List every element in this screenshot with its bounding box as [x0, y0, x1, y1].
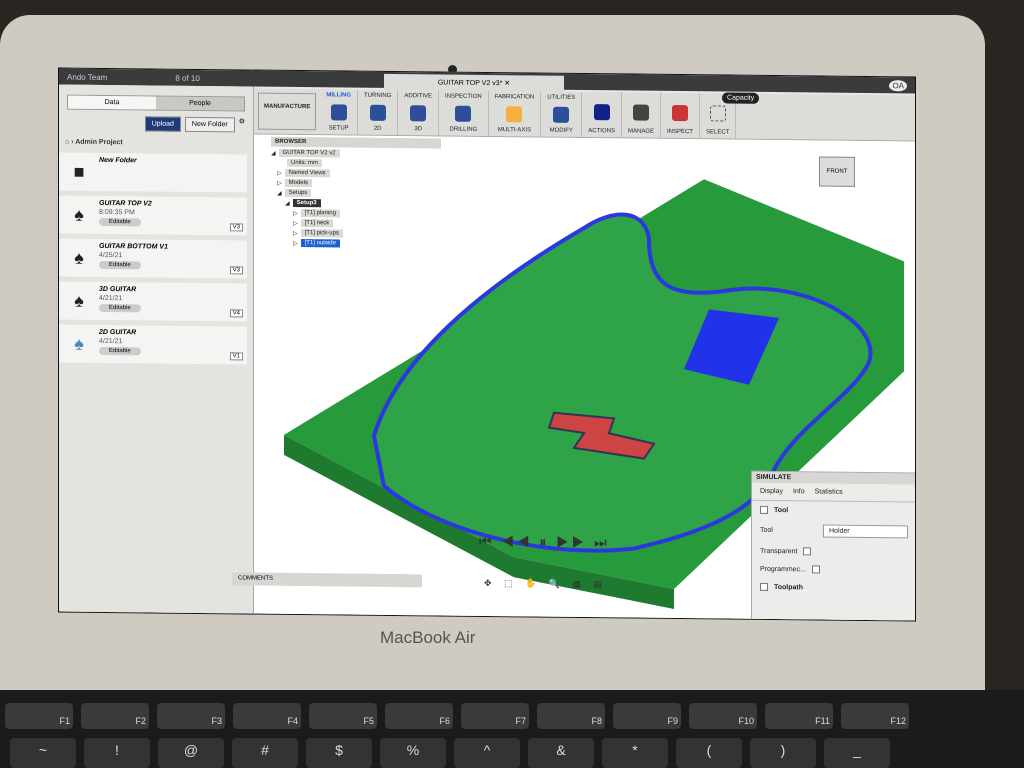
view-cube[interactable]: FRONT: [819, 156, 855, 187]
browser-panel: BROWSER ◢ GUITAR TOP V2 v2 Units: mm ▷ N…: [271, 136, 441, 284]
data-panel: Data People Upload New Folder ⚙ ⌂ › Admin P…: [59, 84, 254, 616]
tree-op[interactable]: ▷ [T1] neck: [271, 219, 441, 229]
browser-header[interactable]: BROWSER: [271, 136, 441, 149]
toolpath-checkbox[interactable]: [760, 582, 768, 591]
tab-info[interactable]: Info: [793, 488, 805, 495]
home-icon[interactable]: ⌂ ›: [65, 139, 75, 146]
key[interactable]: ~: [10, 738, 76, 768]
page-count: 8 of 10: [175, 73, 200, 83]
key-f5[interactable]: F5: [309, 703, 377, 729]
key[interactable]: &: [528, 738, 594, 768]
guitar-thumbnail: ♠: [74, 204, 84, 225]
simulate-panel: SIMULATE Display Info Statistics Tool To…: [751, 470, 916, 622]
key[interactable]: $: [306, 738, 372, 768]
group-multi-axis[interactable]: FABRICATION MULTI-AXIS: [488, 91, 542, 137]
tab-display[interactable]: Display: [760, 488, 783, 495]
key-f3[interactable]: F3: [157, 703, 225, 729]
document-tab[interactable]: GUITAR TOP V2 v3* ✕: [384, 73, 564, 92]
key-f10[interactable]: F10: [689, 703, 757, 729]
programmed-checkbox[interactable]: [811, 565, 820, 574]
tree-op-selected[interactable]: ▷ [T1] outside: [271, 239, 441, 249]
tree-op[interactable]: ▷ [T1] planing: [271, 209, 441, 219]
key-f8[interactable]: F8: [537, 703, 605, 729]
version-dropdown[interactable]: V1: [229, 352, 243, 361]
tree-root[interactable]: ◢ GUITAR TOP V2 v2: [271, 148, 441, 159]
number-keys: ~! @ # $% ^ & * () _: [0, 738, 890, 768]
key[interactable]: ^: [454, 738, 520, 768]
status-dropdown[interactable]: Editable: [99, 260, 141, 270]
gear-icon[interactable]: ⚙: [239, 117, 245, 132]
version-dropdown[interactable]: V4: [229, 309, 243, 318]
group-actions[interactable]: ACTIONS: [582, 91, 622, 138]
folder-item[interactable]: ■ New Folder: [59, 152, 247, 193]
group-drilling[interactable]: INSPECTION DRILLING: [439, 90, 489, 137]
key-f2[interactable]: F2: [81, 703, 149, 729]
status-dropdown[interactable]: Editable: [99, 346, 141, 356]
transparent-checkbox[interactable]: [803, 547, 812, 556]
list-item[interactable]: ♠ 3D GUITAR 4/21/21 Editable V4: [59, 281, 247, 322]
guitar-thumbnail: ♠: [74, 333, 84, 354]
key-f11[interactable]: F11: [765, 703, 833, 729]
tree-setup3[interactable]: ◢ Setup3: [271, 198, 441, 209]
key-f6[interactable]: F6: [385, 703, 453, 729]
version-dropdown[interactable]: V3: [229, 266, 243, 275]
tool-dropdown[interactable]: Holder: [823, 524, 908, 539]
screen: Ando Team 8 of 10 OA Data People Upload Ne…: [58, 67, 916, 622]
key[interactable]: *: [602, 738, 668, 768]
group-manage[interactable]: MANAGE: [621, 92, 661, 138]
comments-panel[interactable]: COMMENTS: [232, 572, 422, 588]
group-2d[interactable]: TURNING 2D: [358, 89, 399, 136]
key[interactable]: (: [676, 738, 742, 768]
guitar-thumbnail: ♠: [74, 290, 84, 311]
breadcrumb[interactable]: ⌂ › Admin Project: [59, 131, 253, 152]
toolbar-ribbon: MANUFACTURE MILLING SETUP TURNING 2D ADDIT…: [254, 88, 916, 142]
group-modify[interactable]: UTILITIES MODIFY: [541, 91, 583, 137]
group-setup[interactable]: MILLING SETUP: [320, 89, 359, 135]
team-name[interactable]: Ando Team: [67, 72, 107, 81]
navigation-bar[interactable]: ✥ ⬚ ✋ 🔍 ▦ ▤: [484, 578, 607, 590]
tab-data[interactable]: Data: [68, 95, 156, 110]
status-dropdown[interactable]: Editable: [99, 303, 141, 313]
status-dropdown[interactable]: Editable: [99, 217, 141, 227]
key-f9[interactable]: F9: [613, 703, 681, 729]
key-f12[interactable]: F12: [841, 703, 909, 729]
workspace-dropdown[interactable]: MANUFACTURE: [258, 92, 317, 131]
key[interactable]: #: [232, 738, 298, 768]
simulation-player-controls[interactable]: ⏮ ◀◀ ⏸ ▶▶ ⏭: [479, 533, 610, 551]
function-keys: F1 F2 F3 F4 F5 F6 F7 F8 F9 F10 F11 F12: [0, 703, 909, 729]
list-item[interactable]: ♠ 2D GUITAR 4/21/21 Editable V1: [59, 324, 247, 365]
key[interactable]: !: [84, 738, 150, 768]
key[interactable]: ): [750, 738, 816, 768]
key[interactable]: _: [824, 738, 890, 768]
tab-people[interactable]: People: [156, 96, 244, 111]
tool-checkbox[interactable]: [760, 505, 768, 514]
tooltip: Capacity: [722, 92, 760, 104]
laptop-brand: MacBook Air: [380, 628, 476, 647]
new-folder-button[interactable]: New Folder: [184, 116, 235, 133]
tab-statistics[interactable]: Statistics: [815, 488, 843, 495]
key-f7[interactable]: F7: [461, 703, 529, 729]
upload-button[interactable]: Upload: [144, 116, 181, 132]
key-f1[interactable]: F1: [5, 703, 73, 729]
tree-op[interactable]: ▷ [T1] pick-ups: [271, 229, 441, 239]
version-dropdown[interactable]: V3: [229, 223, 243, 232]
tree-setups[interactable]: ◢ Setups: [271, 188, 441, 199]
key[interactable]: %: [380, 738, 446, 768]
folder-icon: ■: [73, 161, 85, 182]
guitar-thumbnail: ♠: [74, 247, 84, 268]
key-f4[interactable]: F4: [233, 703, 301, 729]
group-3d[interactable]: ADDITIVE 3D: [398, 90, 440, 136]
tree-units[interactable]: Units: mm: [271, 158, 441, 169]
tree-models[interactable]: ▷ Models: [271, 178, 441, 189]
close-icon[interactable]: ✕: [504, 80, 510, 87]
list-item[interactable]: ♠ GUITAR BOTTOM V1 4/25/21 Editable V3: [59, 238, 247, 279]
key[interactable]: @: [158, 738, 224, 768]
group-inspect[interactable]: INSPECT: [660, 92, 700, 139]
list-item[interactable]: ♠ GUITAR TOP V2 8:09:35 PM Editable V3: [59, 195, 247, 236]
tree-named-views[interactable]: ▷ Named Views: [271, 168, 441, 179]
